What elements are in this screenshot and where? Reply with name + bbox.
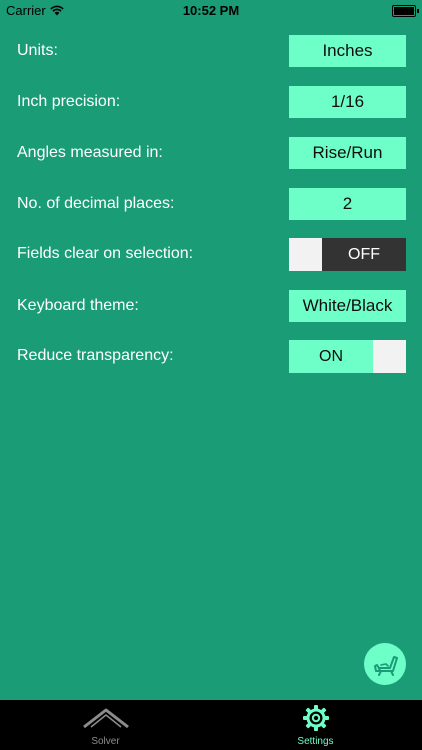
battery-fill [394, 7, 414, 15]
chair-button[interactable] [364, 643, 406, 685]
angles-button[interactable]: Rise/Run [289, 137, 406, 169]
setting-keyboard-theme: Keyboard theme: White/Black [0, 290, 422, 322]
fields-clear-label: Fields clear on selection: [17, 245, 194, 262]
inch-precision-label: Inch precision: [17, 93, 121, 110]
setting-angles: Angles measured in: Rise/Run [0, 137, 422, 169]
units-button[interactable]: Inches [289, 35, 406, 67]
setting-fields-clear: Fields clear on selection: OFF [0, 238, 422, 271]
tab-solver[interactable]: Solver [53, 700, 158, 750]
tab-bar: Solver Settings [0, 700, 422, 750]
tab-solver-label: Solver [91, 736, 120, 747]
units-label: Units: [17, 42, 58, 59]
fields-clear-toggle[interactable]: OFF [289, 238, 406, 271]
toggle-knob [289, 238, 322, 271]
toggle-state: ON [289, 340, 373, 373]
tab-settings[interactable]: Settings [263, 700, 368, 750]
status-time: 10:52 PM [182, 3, 240, 18]
reduce-transparency-toggle[interactable]: ON [289, 340, 406, 373]
setting-reduce-transparency: Reduce transparency: ON [0, 340, 422, 373]
setting-units: Units: Inches [0, 35, 422, 67]
tab-settings-label: Settings [297, 736, 334, 747]
angles-label: Angles measured in: [17, 144, 163, 161]
keyboard-theme-label: Keyboard theme: [17, 297, 139, 314]
setting-decimal-places: No. of decimal places: 2 [0, 188, 422, 220]
gear-icon [302, 705, 329, 731]
decimal-places-label: No. of decimal places: [17, 195, 175, 212]
chair-icon [374, 656, 398, 676]
status-bar: Carrier 10:52 PM [0, 0, 422, 22]
decimal-places-button[interactable]: 2 [289, 188, 406, 220]
battery-icon [392, 5, 419, 17]
roof-icon [82, 708, 129, 729]
toggle-knob [373, 340, 406, 373]
setting-inch-precision: Inch precision: 1/16 [0, 86, 422, 118]
inch-precision-button[interactable]: 1/16 [289, 86, 406, 118]
reduce-transparency-label: Reduce transparency: [17, 347, 174, 364]
toggle-state: OFF [322, 238, 406, 271]
keyboard-theme-button[interactable]: White/Black [289, 290, 406, 322]
settings-screen: Carrier 10:52 PM Units: Inches Inch prec… [0, 0, 422, 750]
